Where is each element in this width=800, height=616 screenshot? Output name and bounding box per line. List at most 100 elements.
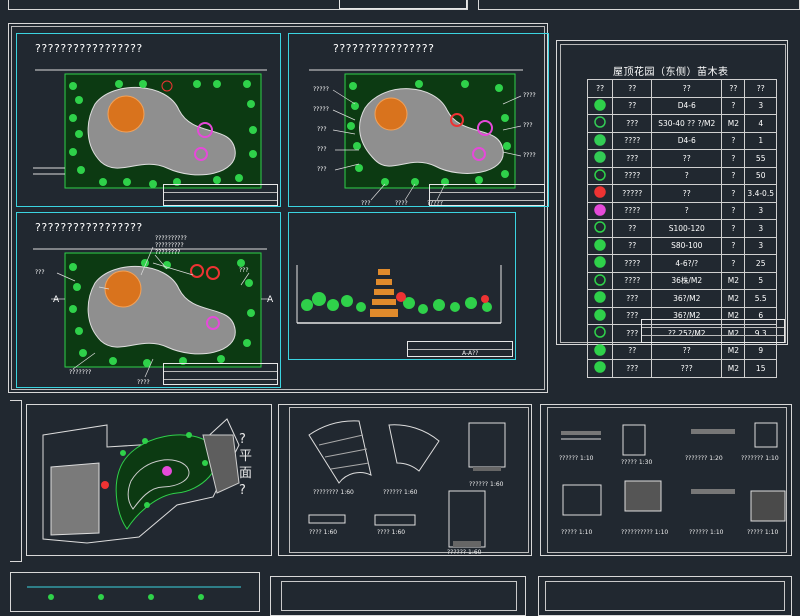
plant-symbol-icon <box>594 256 606 268</box>
tree-qty-cell: 15 <box>744 359 777 378</box>
tree-name-cell: ?? <box>612 341 653 360</box>
top-partial-sheet-right <box>478 0 800 10</box>
plant-symbol-icon <box>594 291 606 303</box>
header-cell: ?? <box>651 79 723 98</box>
tree-table-row: ?? S80-100? 3 <box>586 236 777 255</box>
plant-symbol-icon <box>594 274 606 286</box>
tree-spec-cell: ?? <box>651 149 723 168</box>
plan-1-title-block <box>163 184 278 206</box>
tree-qty-cell: 3 <box>744 96 777 115</box>
detail-label: ?????? 1:60 <box>447 549 482 556</box>
tree-unit-cell: ? <box>721 254 746 273</box>
bottom-partial-drawing-1 <box>27 586 241 600</box>
tree-name-cell: ??? <box>612 149 653 168</box>
tree-spec-cell: S100-120 <box>651 219 723 238</box>
tree-unit-cell: ? <box>721 219 746 238</box>
tree-qty-cell: 25 <box>744 254 777 273</box>
tree-name-cell: ??? <box>612 359 653 378</box>
symbol-cell <box>586 114 614 133</box>
plan-panel-3: ????????????????? ?????????? ????????? ?… <box>16 212 281 388</box>
detail-label: ??????? 1:20 <box>685 455 723 462</box>
tree-spec-cell: ? <box>651 166 723 185</box>
tree-spec-cell: ?? <box>651 341 723 360</box>
symbol-cell <box>586 219 614 238</box>
tree-table-row: ?? D4-6? 3 <box>586 96 777 115</box>
plan-2-label: ????? <box>313 106 329 113</box>
structure-detail-sheet-2: ?????? 1:10 ????? 1:30 ??????? 1:20 ????… <box>540 404 792 556</box>
plant-symbol-icon <box>594 221 606 233</box>
section-title-block: A-A?? <box>407 341 513 357</box>
tree-name-cell: ???? <box>612 271 653 290</box>
bottom-partial-frame-2 <box>281 581 517 611</box>
plant-symbol-icon <box>594 344 606 356</box>
section-label: A-A?? <box>462 350 479 357</box>
plant-symbol-icon <box>594 134 606 146</box>
tree-spec-cell: ? <box>651 201 723 220</box>
plant-symbol-icon <box>594 239 606 251</box>
plan-2-label: ??? <box>361 200 371 207</box>
plant-symbol-icon <box>594 204 606 216</box>
bottom-partial-sheet-2 <box>270 576 526 616</box>
header-cell: ?? <box>586 79 614 98</box>
plant-symbol-icon <box>594 309 606 321</box>
plan-2-label: ???? <box>523 92 536 99</box>
tree-qty-cell: 4 <box>744 114 777 133</box>
plant-symbol-icon <box>594 361 606 373</box>
tree-table-row: ?????? 3 <box>586 201 777 220</box>
plant-symbol-icon <box>594 99 606 111</box>
section-cut-mark-right: A <box>267 295 274 305</box>
tree-spec-cell: 4-6?/? <box>651 254 723 273</box>
plan-2-label: ??? <box>317 146 327 153</box>
tree-name-cell: ?? <box>612 219 653 238</box>
detail-label: ?????? 1:10 <box>559 455 594 462</box>
tree-unit-cell: ? <box>721 201 746 220</box>
symbol-cell <box>586 289 614 308</box>
symbol-cell <box>586 131 614 150</box>
detail-label: ?????? 1:10 <box>689 529 724 536</box>
plant-symbol-icon <box>594 151 606 163</box>
detail-label: ?????????? 1:10 <box>621 529 669 536</box>
symbol-cell <box>586 184 614 203</box>
plan-3-label: ???????? <box>155 249 181 256</box>
symbol-cell <box>586 359 614 378</box>
tree-spec-cell: S80-100 <box>651 236 723 255</box>
tree-name-cell: ???? <box>612 131 653 150</box>
plan-3-label: ????????? <box>155 242 184 249</box>
tree-name-cell: ??? <box>612 114 653 133</box>
plan-3-label: ??? <box>35 269 45 276</box>
symbol-cell <box>586 149 614 168</box>
plant-symbol-icon <box>594 326 606 338</box>
symbol-cell <box>586 96 614 115</box>
plan-3-title-block <box>163 363 278 385</box>
detail-label: ???? 1:60 <box>309 529 338 536</box>
tree-spec-cell: D4-6 <box>651 131 723 150</box>
tree-qty-cell: 50 <box>744 166 777 185</box>
tree-name-cell: ??? <box>612 289 653 308</box>
tree-table-row: ??? 36?/M2 M2 5.5 <box>586 289 777 308</box>
tree-unit-cell: M2 <box>721 114 746 133</box>
section-elevation-panel: A-A?? <box>288 212 516 360</box>
tree-qty-cell: 5 <box>744 271 777 290</box>
tree-unit-cell: ? <box>721 184 746 203</box>
top-partial-sheet-left <box>8 0 468 10</box>
paving-plan-sheet: ? 平 面 ? <box>26 404 272 556</box>
plan-2-label: ???? <box>523 152 536 159</box>
top-partial-title-block <box>339 0 467 9</box>
bottom-partial-sheet-3 <box>538 576 792 616</box>
header-cell: ?? <box>744 79 777 98</box>
symbol-cell <box>586 341 614 360</box>
detail-label: ???? 1:60 <box>377 529 406 536</box>
detail-label: ?????? 1:60 <box>469 481 504 488</box>
tree-qty-cell: 1 <box>744 131 777 150</box>
tree-table-row: ???? D4-6? 1 <box>586 131 777 150</box>
detail-label: ????? 1:30 <box>621 459 653 466</box>
tree-spec-cell: D4-6 <box>651 96 723 115</box>
plan-2-label: ???? <box>395 200 408 207</box>
header-cell: ?? <box>721 79 746 98</box>
plan-2-drawing <box>309 69 523 201</box>
tree-unit-cell: ? <box>721 236 746 255</box>
plan-3-label: ??????? <box>69 369 92 376</box>
section-cut-mark-left: A <box>53 295 60 305</box>
tree-table-row: ?? S100-120? 3 <box>586 219 777 238</box>
symbol-cell <box>586 236 614 255</box>
